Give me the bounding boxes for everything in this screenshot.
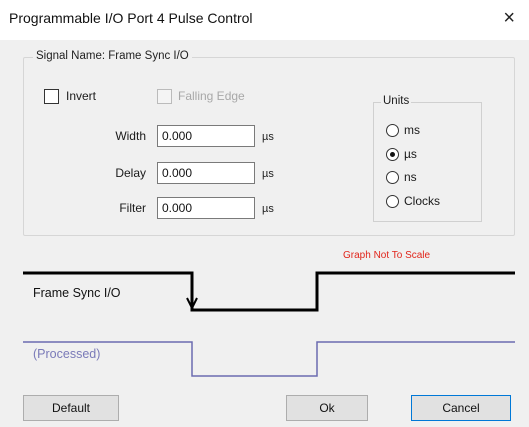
frame-sync-label: Frame Sync I/O [33,286,121,300]
ok-button[interactable]: Ok [286,395,368,421]
default-button[interactable]: Default [23,395,119,421]
pulse-graph [23,271,515,377]
processed-label: (Processed) [33,347,101,361]
cancel-button[interactable]: Cancel [411,395,511,421]
pulse-control-dialog: Programmable I/O Port 4 Pulse Control × … [0,0,529,427]
